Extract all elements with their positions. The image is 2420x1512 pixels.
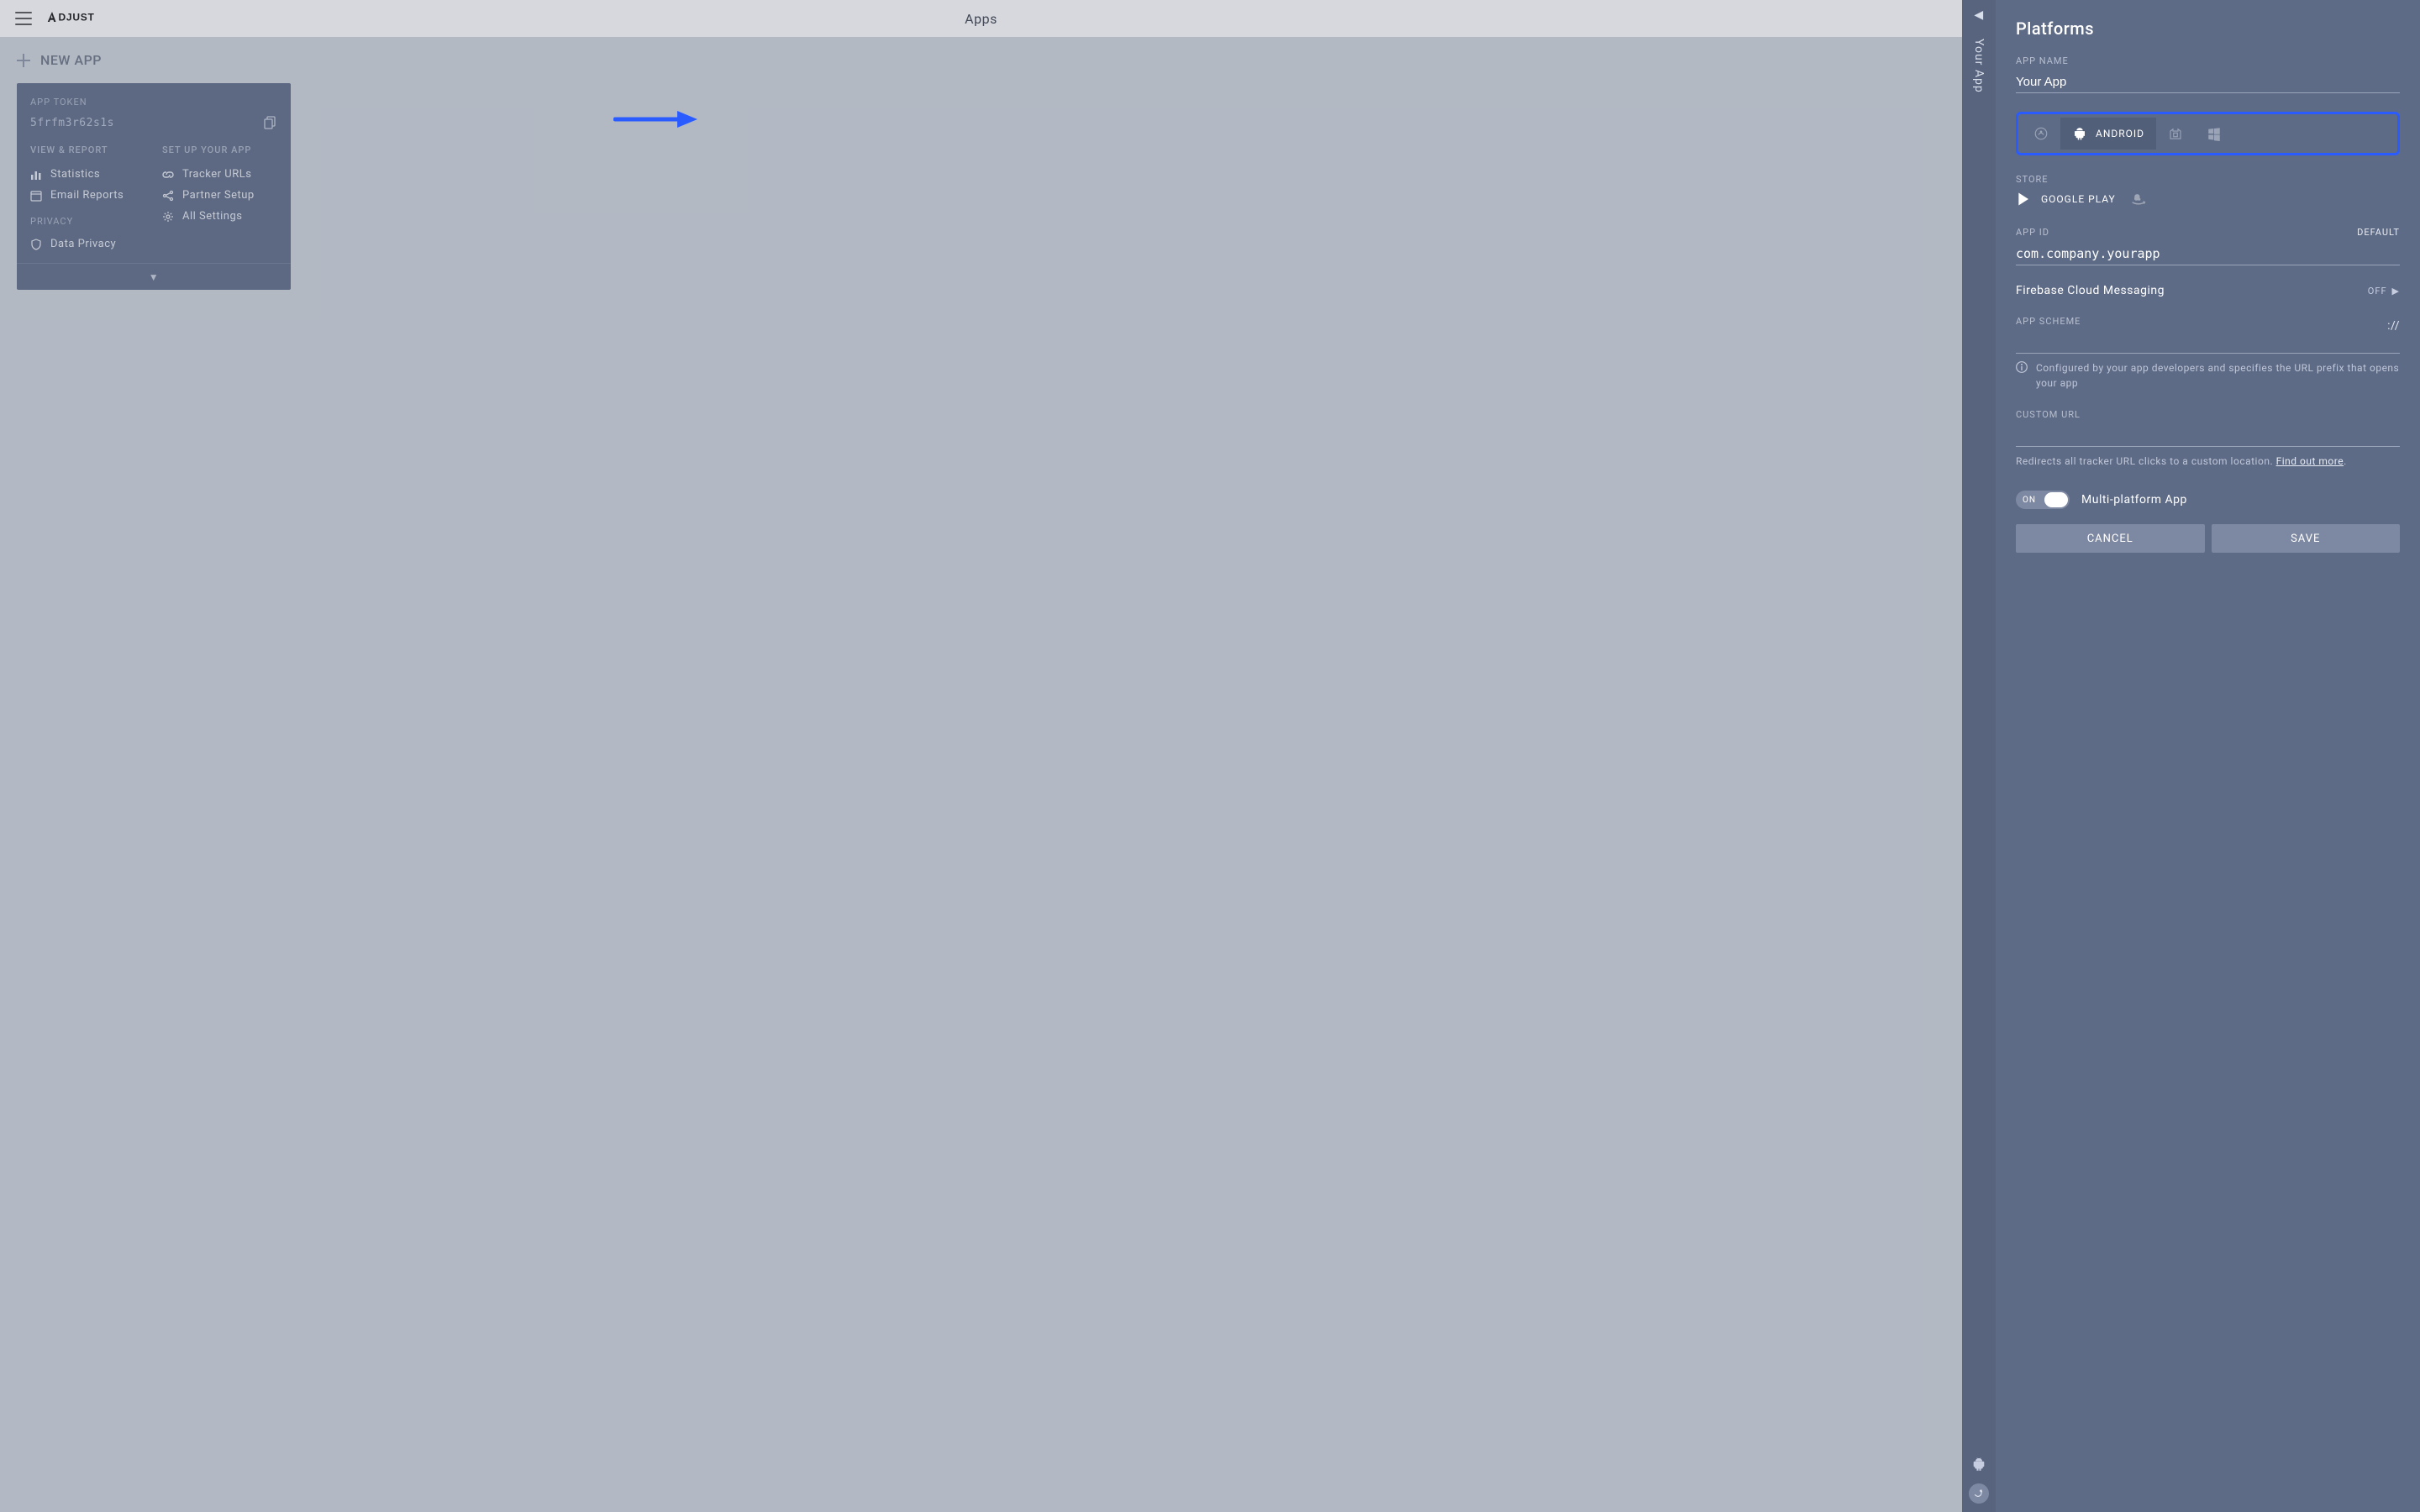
fcm-row[interactable]: Firebase Cloud Messaging OFF ▶	[2016, 284, 2400, 297]
toggle-knob	[2044, 492, 2068, 507]
appid-label: APP ID	[2016, 227, 2049, 238]
dim-overlay	[0, 0, 1962, 1512]
side-rail: ◀ Your App	[1962, 0, 1996, 1512]
appid-input[interactable]	[2016, 243, 2400, 265]
info-icon	[2016, 361, 2028, 373]
fcm-label: Firebase Cloud Messaging	[2016, 284, 2165, 297]
panel-title: Platforms	[2016, 18, 2400, 39]
adjust-round-icon[interactable]	[1969, 1483, 1989, 1504]
find-out-more-link[interactable]: Find out more	[2276, 455, 2344, 467]
appscheme-input[interactable]	[2016, 332, 2400, 354]
fcm-state: OFF ▶	[2368, 286, 2400, 297]
store-amazon[interactable]: a	[2129, 190, 2148, 208]
platform-windows[interactable]	[2195, 118, 2233, 150]
platforms-panel: Platforms APP NAME ANDROID STORE	[1996, 0, 2420, 1512]
appscheme-help: Configured by your app developers and sp…	[2036, 360, 2400, 391]
platform-windows-store[interactable]	[2156, 118, 2195, 150]
platform-selector: ANDROID	[2016, 112, 2400, 155]
store-label: STORE	[2016, 174, 2400, 185]
appid-default-tag: DEFAULT	[2357, 227, 2400, 238]
appname-input[interactable]	[2016, 71, 2400, 93]
customurl-label: CUSTOM URL	[2016, 409, 2400, 420]
main-area: DJUST Apps NEW APP APP TOKEN 5frfm3r62s1…	[0, 0, 1962, 1512]
cancel-button[interactable]: CANCEL	[2016, 524, 2205, 553]
multiplatform-label: Multi-platform App	[2081, 493, 2187, 507]
chevron-right-icon: ▶	[2392, 286, 2400, 297]
platform-ios[interactable]	[2022, 118, 2060, 150]
customurl-input[interactable]	[2016, 425, 2400, 447]
customurl-help: Redirects all tracker URL clicks to a cu…	[2016, 455, 2273, 467]
appname-label: APP NAME	[2016, 55, 2400, 66]
android-icon[interactable]	[1971, 1457, 1986, 1472]
platform-android[interactable]: ANDROID	[2060, 118, 2156, 150]
multiplatform-toggle[interactable]: ON	[2016, 491, 2070, 509]
store-google-play[interactable]: GOOGLE PLAY	[2016, 191, 2116, 207]
svg-text:a: a	[2134, 192, 2140, 202]
rail-tab-label[interactable]: Your App	[1972, 39, 1986, 93]
save-button[interactable]: SAVE	[2212, 524, 2401, 553]
collapse-rail-icon[interactable]: ◀	[1974, 8, 1983, 22]
appscheme-label: APP SCHEME	[2016, 316, 2400, 327]
